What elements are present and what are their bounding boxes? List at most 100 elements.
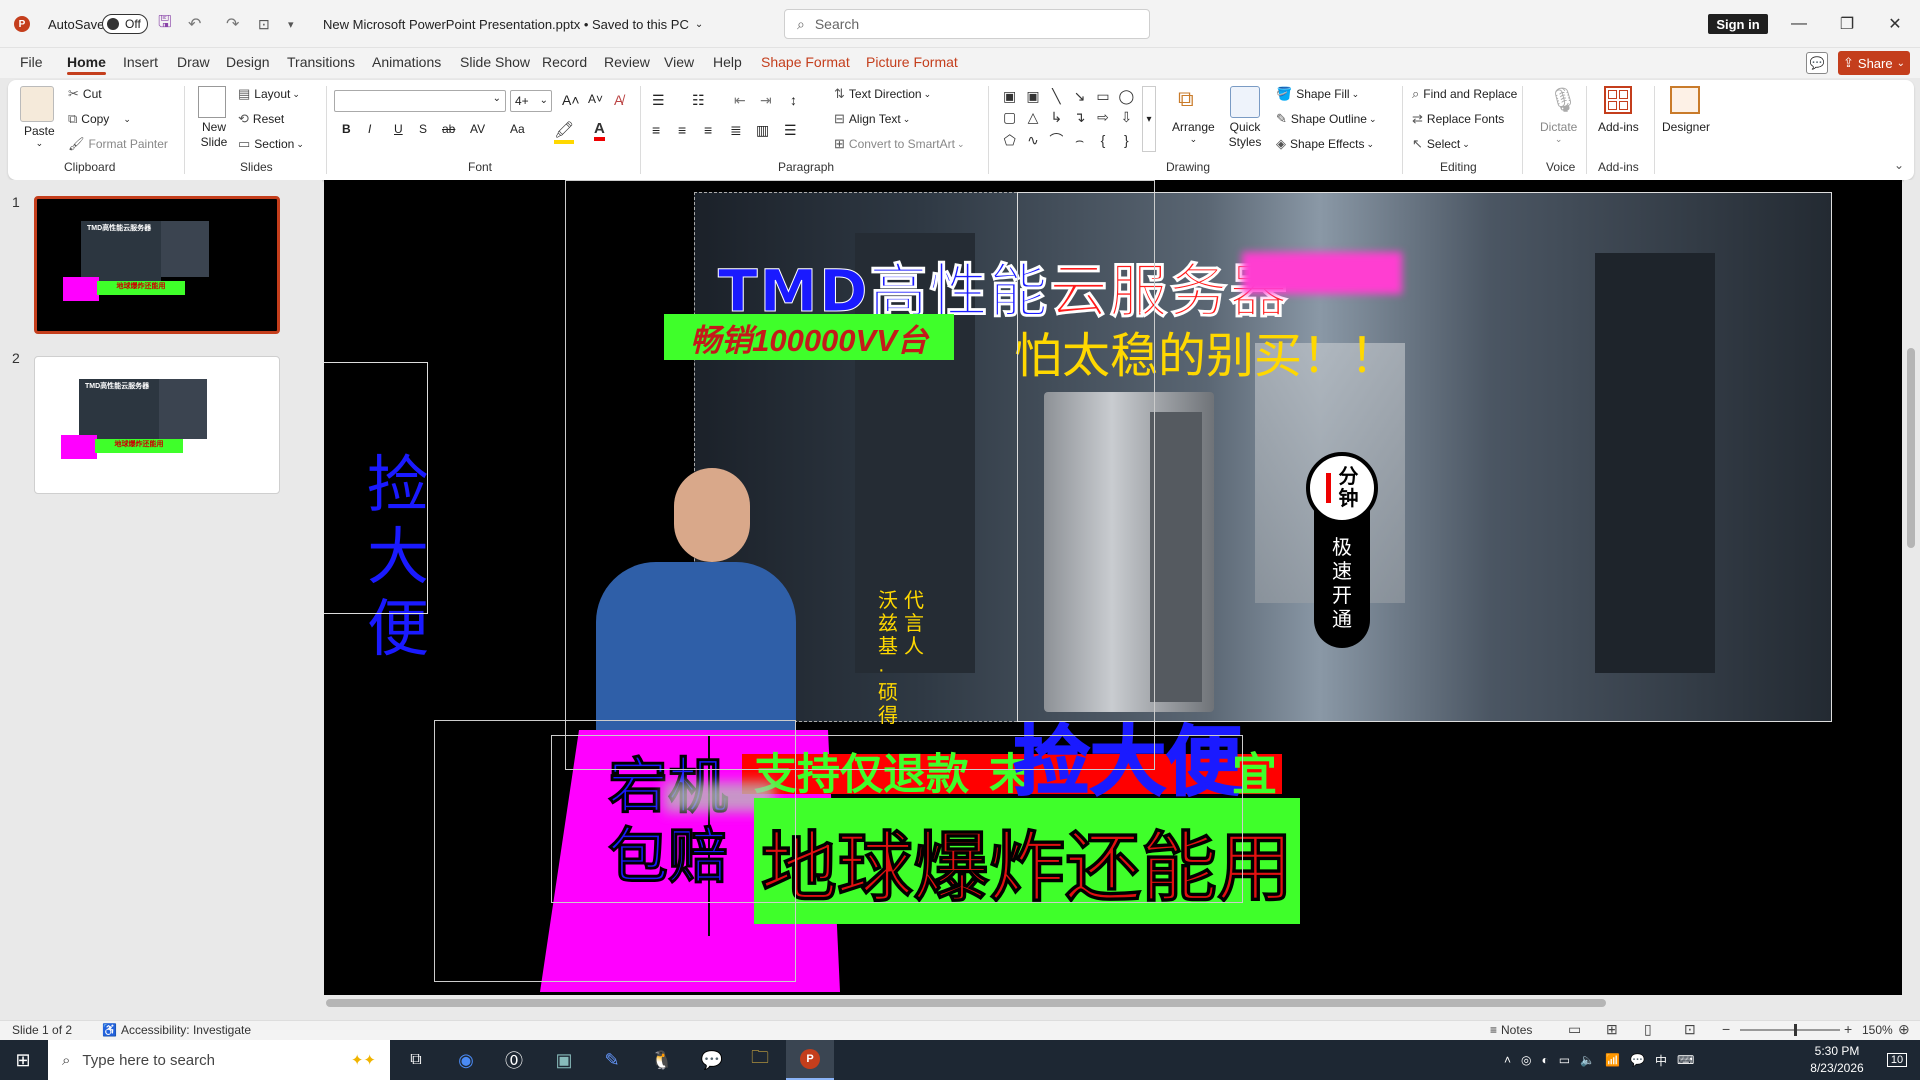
curve-icon[interactable]: ⌒ (1049, 130, 1063, 150)
chevron-up-icon[interactable]: ˄ (1504, 1053, 1511, 1067)
app-icon[interactable]: ✎ (588, 1040, 636, 1080)
windows-start-icon[interactable]: ⊞ (0, 1040, 46, 1080)
pentagon-icon[interactable]: ⬠ (1004, 132, 1016, 149)
horizontal-scrollbar[interactable] (318, 996, 1898, 1010)
arrange-icon[interactable]: ⧉ (1178, 86, 1208, 116)
red-strip-text[interactable]: 支持仅退款末 (754, 740, 1032, 802)
collapse-ribbon-icon[interactable]: ⌄ (1894, 158, 1904, 172)
increase-indent-icon[interactable]: ⇥ (760, 92, 772, 109)
slideshow-icon[interactable]: ⊡ (1684, 1021, 1696, 1038)
copy-button[interactable]: ⧉ Copy ⌄ (68, 111, 131, 127)
notes-button[interactable]: ≡ Notes (1490, 1023, 1532, 1037)
brace-right-icon[interactable]: } (1124, 132, 1129, 148)
file-explorer-icon[interactable]: 🗀 (736, 1040, 784, 1080)
replace-fonts-button[interactable]: ⇄ Replace Fonts (1412, 111, 1504, 127)
align-right-icon[interactable]: ≡ (704, 122, 712, 138)
tab-slide-show[interactable]: Slide Show (460, 54, 530, 70)
triangle-icon[interactable]: △ (1028, 109, 1039, 126)
convert-smartart-button[interactable]: ⊞ Convert to SmartArt ⌄ (834, 136, 964, 152)
textbox-icon[interactable]: ▣ (1003, 88, 1016, 105)
tab-transitions[interactable]: Transitions (287, 54, 355, 70)
tab-animations[interactable]: Animations (372, 54, 441, 70)
reading-view-icon[interactable]: ▯ (1644, 1021, 1652, 1038)
qq-icon[interactable]: 🐧 (638, 1040, 686, 1080)
app-icon[interactable]: ⓪ (490, 1040, 538, 1080)
spokesperson-photo[interactable] (586, 462, 796, 762)
new-slide-icon[interactable] (198, 86, 226, 118)
clear-format-icon[interactable]: A̸ (614, 92, 623, 108)
character-spacing-button[interactable]: AV (470, 122, 485, 136)
section-button[interactable]: ▭ Section ⌄ (238, 136, 304, 152)
reset-button[interactable]: ⟲ Reset (238, 111, 284, 127)
zoom-in-icon[interactable]: + (1844, 1021, 1852, 1037)
oval-icon[interactable]: ◯ (1118, 88, 1134, 105)
slide-thumbnail-2[interactable]: TMD高性能云服务器 地球爆炸还能用 (34, 356, 280, 494)
elbow-arrow-icon[interactable]: ↴ (1074, 109, 1086, 126)
text-direction-button[interactable]: ⇅ Text Direction ⌄ (834, 86, 931, 102)
change-case-button[interactable]: Aa (510, 122, 525, 136)
app-icon[interactable]: ▣ (540, 1040, 588, 1080)
addins-icon[interactable] (1604, 86, 1632, 114)
chrome-icon[interactable]: ◉ (442, 1040, 490, 1080)
restore-icon[interactable]: ❐ (1824, 8, 1870, 40)
taskbar-search-box[interactable]: ⌕ Type here to search ✦✦ (48, 1040, 390, 1080)
slide-sorter-icon[interactable]: ⊞ (1606, 1021, 1618, 1038)
brace-left-icon[interactable]: { (1101, 132, 1106, 148)
freeform-icon[interactable]: ∿ (1027, 132, 1039, 149)
magenta-text[interactable]: 宕机 包赔 (608, 752, 729, 892)
vertical-scrollbar[interactable] (1904, 180, 1918, 995)
right-arrow-icon[interactable]: ⇨ (1097, 109, 1109, 126)
align-center-icon[interactable]: ≡ (678, 122, 686, 138)
wechat-tray-icon[interactable]: 💬 (1630, 1053, 1645, 1067)
rectangle-icon[interactable]: ▭ (1096, 88, 1109, 105)
search-input[interactable]: ⌕ Search (784, 9, 1150, 39)
arrange-button[interactable]: Arrange ⌄ (1172, 120, 1215, 145)
shape-fill-button[interactable]: 🪣 Shape Fill ⌄ (1276, 86, 1359, 102)
spokesperson-caption[interactable]: 沃兹基 · 硕得 代言人 (878, 590, 924, 728)
tab-record[interactable]: Record (542, 54, 587, 70)
grow-font-icon[interactable]: A˄ (562, 92, 580, 108)
clock[interactable]: 5:30 PM 8/23/2026 (1800, 1043, 1874, 1077)
left-vertical-text[interactable]: 捡 大 便 (358, 450, 438, 666)
textbox-vertical-icon[interactable]: ▣ (1026, 88, 1039, 105)
distribute-icon[interactable]: ☰ (784, 122, 797, 139)
italic-button[interactable]: I (368, 122, 371, 136)
close-icon[interactable]: ✕ (1872, 8, 1918, 40)
arc-icon[interactable]: ⌢ (1075, 132, 1084, 149)
sign-in-button[interactable]: Sign in (1708, 14, 1768, 34)
microphone-icon[interactable]: 🎙 (1548, 86, 1578, 115)
highlight-icon[interactable]: 🖍 (554, 120, 575, 144)
red-strip-end-char[interactable]: 宜 (1232, 738, 1277, 803)
find-replace-button[interactable]: ⌕ Find and Replace (1412, 86, 1517, 102)
system-tray[interactable]: ˄ ◎ ◐ ▭ 🔈 📶 💬 中 ⌨ (1504, 1040, 1724, 1080)
zoom-slider[interactable] (1740, 1024, 1840, 1036)
numbering-icon[interactable]: ☷ (692, 92, 705, 109)
tray-icon[interactable]: ◎ (1521, 1053, 1531, 1067)
tab-picture-format[interactable]: Picture Format (866, 54, 958, 70)
quick-styles-button[interactable]: Quick Styles (1222, 120, 1268, 150)
minimize-icon[interactable]: — (1776, 8, 1822, 40)
align-left-icon[interactable]: ≡ (652, 122, 660, 138)
shapes-gallery[interactable]: ▣ ▣ ╲ ↘ ▭ ◯ ▢ △ ↳ ↴ ⇨ ⇩ ⬠ ∿ ⌒ ⌢ {} (998, 86, 1138, 152)
quick-styles-icon[interactable] (1230, 86, 1260, 118)
big-blue-text[interactable]: 捡大便 (1013, 700, 1243, 810)
slide-thumbnail-1[interactable]: TMD高性能云服务器 地球爆炸还能用 (34, 196, 280, 334)
present-icon[interactable]: ⊡ (258, 0, 270, 48)
shadow-button[interactable]: S (419, 122, 427, 136)
volume-icon[interactable]: 🔈 (1580, 1053, 1595, 1067)
bold-button[interactable]: B (342, 122, 351, 136)
accessibility-button[interactable]: ♿ Accessibility: Investigate (102, 1023, 251, 1037)
tab-help[interactable]: Help (713, 54, 742, 70)
rounded-rect-icon[interactable]: ▢ (1003, 109, 1016, 126)
cut-button[interactable]: ✂ Cut (68, 86, 102, 102)
shrink-font-icon[interactable]: A˅ (588, 92, 603, 106)
arrow-line-icon[interactable]: ↘ (1074, 88, 1086, 105)
font-size-combo[interactable]: 4+ ⌄ (510, 90, 552, 112)
down-arrow-icon[interactable]: ⇩ (1120, 109, 1132, 126)
tab-file[interactable]: File (20, 54, 43, 70)
vertical-scroll-thumb[interactable] (1907, 348, 1915, 548)
shapes-more-icon[interactable]: ▾ (1142, 86, 1156, 152)
powerpoint-taskbar-icon[interactable]: P (786, 1040, 834, 1080)
columns-icon[interactable]: ▥ (756, 122, 769, 139)
font-color-icon[interactable]: A (594, 120, 605, 141)
